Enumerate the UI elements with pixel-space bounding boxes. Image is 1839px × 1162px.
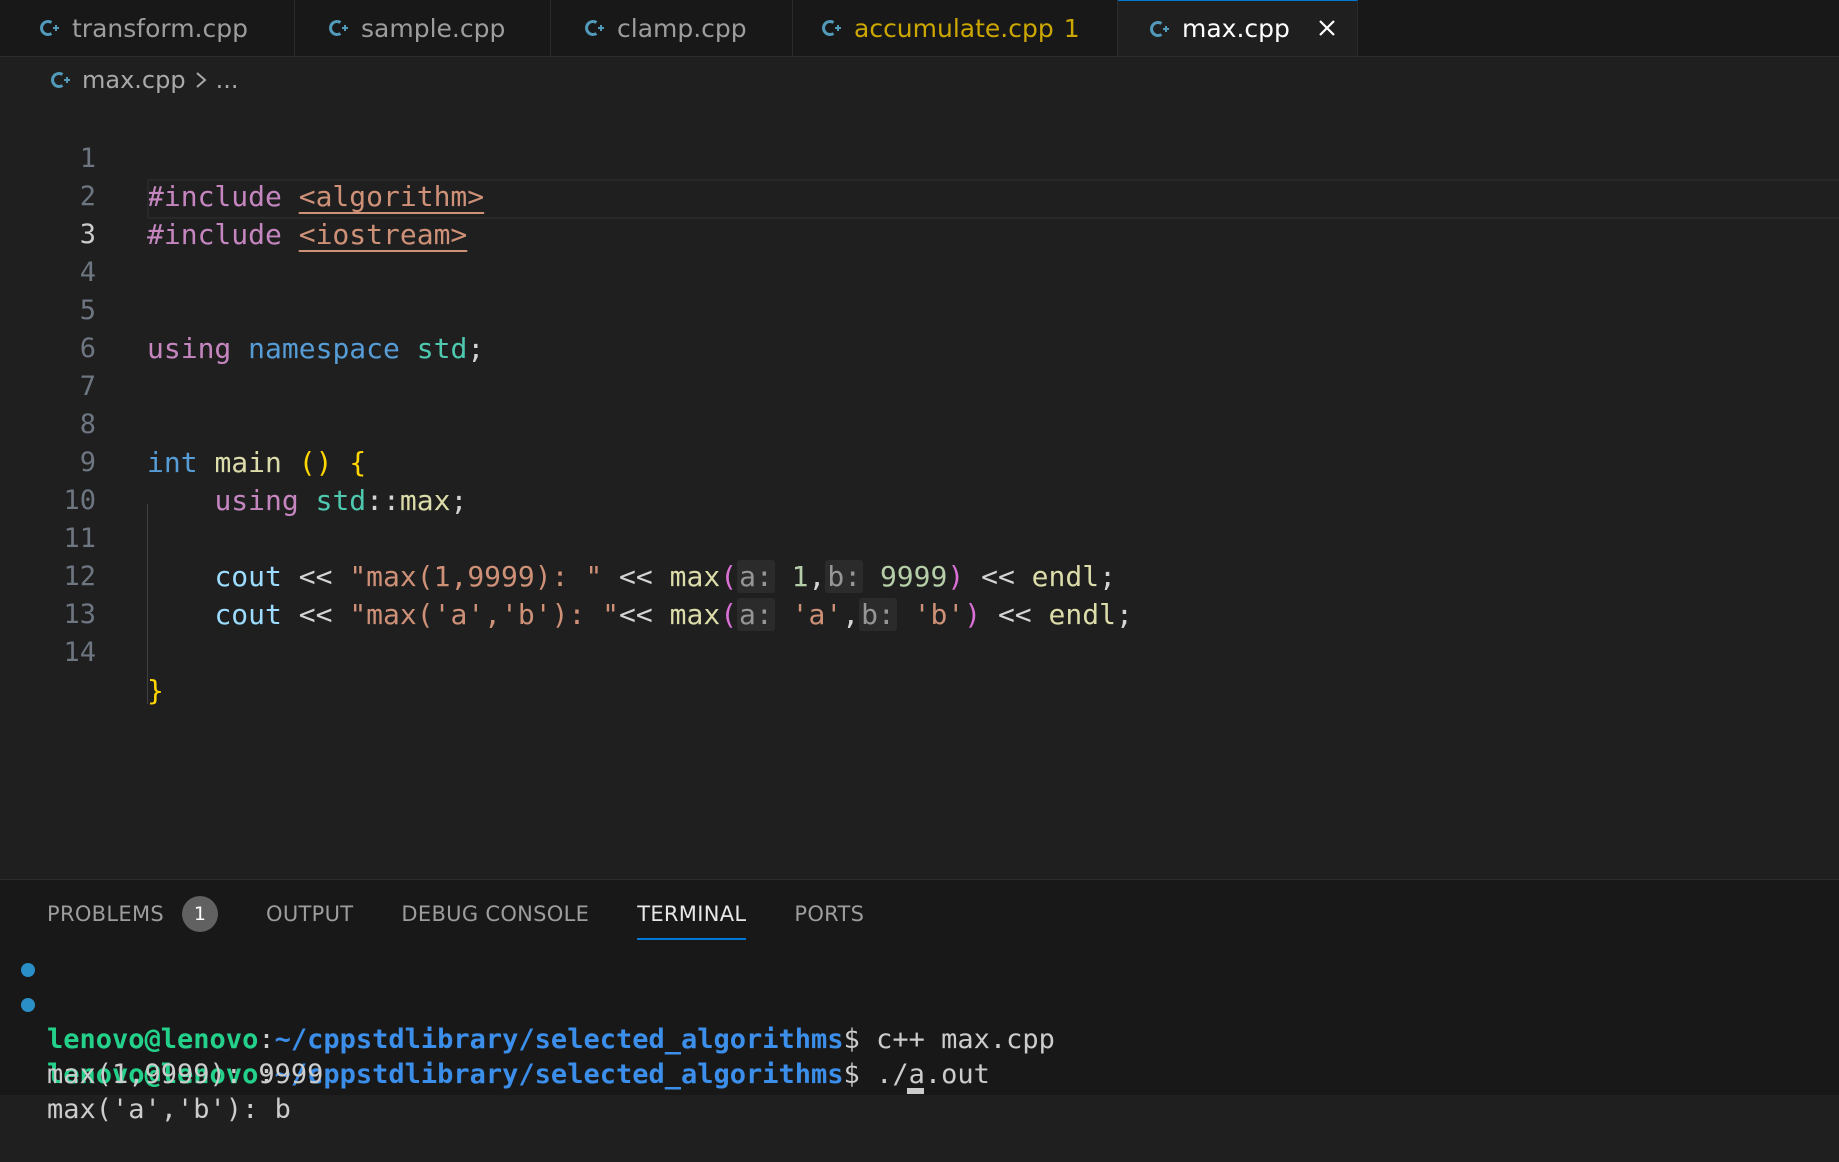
code-line: 10 xyxy=(0,444,1839,516)
breadcrumb-file[interactable]: max.cpp xyxy=(82,66,186,94)
terminal-output: max('a','b'): b xyxy=(47,1094,291,1125)
panel-tab-bar: PROBLEMS 1 OUTPUT DEBUG CONSOLE TERMINAL… xyxy=(47,892,912,940)
tab-label: TERMINAL xyxy=(637,902,747,926)
terminal-output-line: max(1,9999): 9999 xyxy=(0,1022,1839,1090)
tab-label: PROBLEMS xyxy=(47,902,165,926)
code-line-current: 3 xyxy=(0,178,1839,250)
tab-ports[interactable]: PORTS xyxy=(794,892,864,936)
tab-label: max.cpp xyxy=(1182,14,1290,43)
code-line: 12 cout << "max('a','b'): "<< max(a: 'a'… xyxy=(0,520,1839,631)
problem-count-badge: 1 xyxy=(1063,13,1080,43)
tab-label: transform.cpp xyxy=(72,13,248,43)
current-line-highlight xyxy=(147,179,1839,219)
tab-output[interactable]: OUTPUT xyxy=(266,892,353,936)
command-decoration-dot[interactable] xyxy=(21,998,35,1012)
terminal[interactable]: lenovo@lenovo:~/cppstdlibrary/selected_a… xyxy=(0,952,1839,1125)
code-line: 11 cout << "max(1,9999): " << max(a: 1,b… xyxy=(0,482,1839,593)
code-line: 8 int main () { xyxy=(0,368,1839,479)
terminal-command-line: lenovo@lenovo:~/cppstdlibrary/selected_a… xyxy=(0,987,1839,1090)
code-editor[interactable]: 1 #include <algorithm> 2 #include <iostr… xyxy=(0,102,1839,879)
tab-clamp-cpp[interactable]: clamp.cpp xyxy=(551,0,793,56)
code-line: 5 using namespace std; xyxy=(0,254,1839,365)
tab-label: clamp.cpp xyxy=(617,13,747,43)
tab-max-cpp[interactable]: max.cpp xyxy=(1118,0,1358,56)
terminal-cursor xyxy=(907,1088,924,1094)
bottom-panel: PROBLEMS 1 OUTPUT DEBUG CONSOLE TERMINAL… xyxy=(0,879,1839,1125)
tab-label: PORTS xyxy=(794,902,865,926)
cpp-file-icon xyxy=(325,15,351,41)
tab-label: OUTPUT xyxy=(266,902,354,926)
breadcrumb: max.cpp ... xyxy=(48,62,238,98)
code-line: 13 xyxy=(0,558,1839,630)
line-number: 14 xyxy=(63,637,96,668)
code-line: 2 #include <iostream> xyxy=(0,140,1839,251)
code-line: 7 xyxy=(0,330,1839,402)
cpp-file-icon xyxy=(36,15,62,41)
tab-terminal[interactable]: TERMINAL xyxy=(637,892,747,940)
tab-label: DEBUG CONSOLE xyxy=(401,902,590,926)
editor-tab-bar: transform.cpp sample.cpp clamp.cpp accum… xyxy=(0,0,1839,57)
tab-transform-cpp[interactable]: transform.cpp xyxy=(6,0,295,56)
tab-sample-cpp[interactable]: sample.cpp xyxy=(295,0,551,56)
problems-count-badge: 1 xyxy=(182,896,219,932)
tab-debug-console[interactable]: DEBUG CONSOLE xyxy=(401,892,589,936)
code-line: 14 } xyxy=(0,596,1839,707)
cpp-file-icon xyxy=(818,15,844,41)
tab-accumulate-cpp[interactable]: accumulate.cpp 1 xyxy=(793,0,1118,56)
cpp-file-icon xyxy=(581,15,607,41)
terminal-command-line: lenovo@lenovo:~/cppstdlibrary/selected_a… xyxy=(0,952,1839,1055)
breadcrumb-more[interactable]: ... xyxy=(216,66,239,94)
tab-problems[interactable]: PROBLEMS 1 xyxy=(47,892,219,936)
chevron-right-icon xyxy=(194,70,208,90)
token: } xyxy=(147,674,164,707)
code-line: 9 using std::max; xyxy=(0,406,1839,517)
cpp-file-icon xyxy=(48,68,72,92)
tab-label: sample.cpp xyxy=(361,13,506,43)
code-line: 1 #include <algorithm> xyxy=(0,102,1839,213)
tab-label: accumulate.cpp xyxy=(854,13,1054,43)
terminal-output-line: max('a','b'): b xyxy=(0,1057,1839,1125)
code-line: 4 xyxy=(0,216,1839,288)
code-line: 6 xyxy=(0,292,1839,364)
cpp-file-icon xyxy=(1146,16,1172,42)
close-tab-icon[interactable] xyxy=(1313,14,1341,42)
command-decoration-dot[interactable] xyxy=(21,963,35,977)
